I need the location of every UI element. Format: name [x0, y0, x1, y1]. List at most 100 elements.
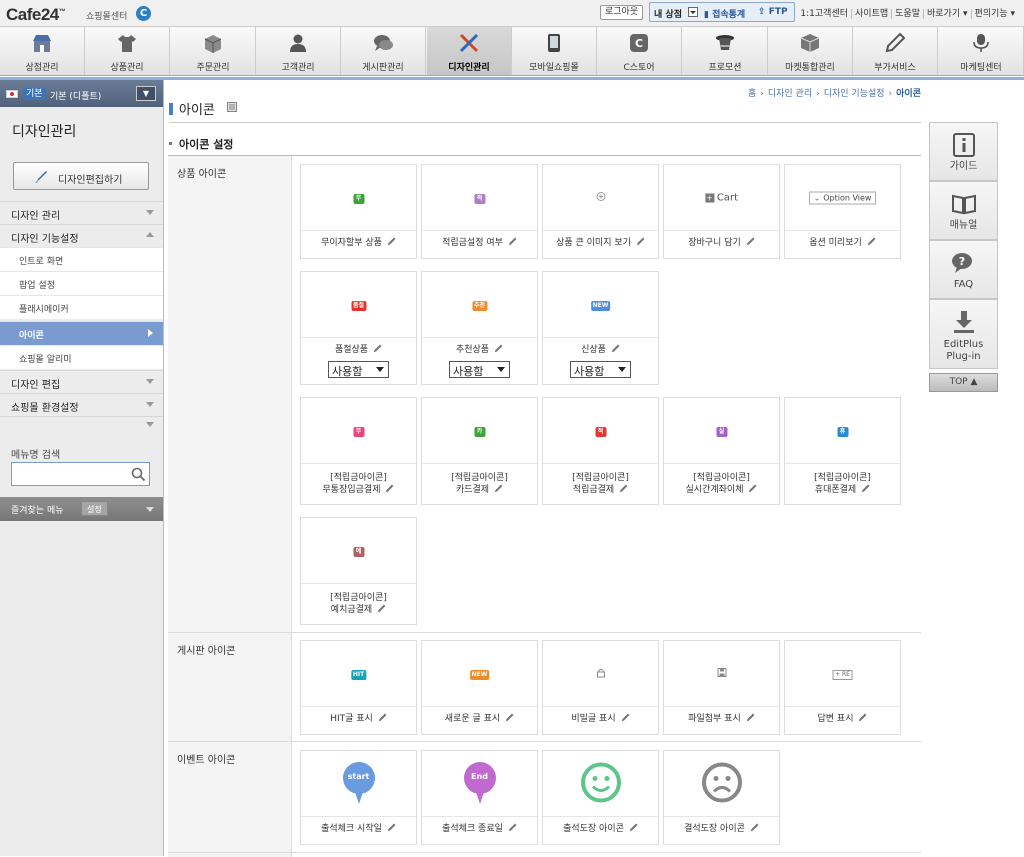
nav-tab-10[interactable]: 부가서비스: [853, 27, 938, 75]
ftp-link[interactable]: ⇪ FTP: [758, 7, 788, 17]
edit-button[interactable]: [503, 823, 517, 834]
sidebar-item-flashmaker[interactable]: 플래시메이커: [0, 295, 163, 319]
guide-button[interactable]: 가이드: [929, 122, 998, 181]
icon-preview: 예: [353, 545, 364, 557]
edit-button[interactable]: [373, 713, 387, 724]
breadcrumb: 홈 › 디자인 관리 › 디자인 기능설정 › 아이콘: [748, 86, 921, 99]
edit-button[interactable]: [372, 604, 386, 615]
link-help[interactable]: 도움말: [891, 9, 923, 19]
icon-preview: + RE: [832, 668, 853, 680]
stats-link[interactable]: ▮ 접속통계: [704, 7, 745, 20]
edit-button[interactable]: [503, 237, 517, 248]
page-title-text: 아이콘: [179, 103, 215, 118]
sidebar-item-notifier[interactable]: 쇼핑몰 알리미: [0, 345, 163, 369]
nav-tab-7[interactable]: C C스토어: [597, 27, 682, 75]
icon-label-line2: 적립금결제: [572, 485, 615, 495]
person-icon: [290, 34, 306, 52]
logout-button[interactable]: 로그아웃: [600, 5, 644, 20]
edit-button[interactable]: [380, 484, 394, 495]
link-convenience[interactable]: 편의기능 ▾: [970, 9, 1018, 19]
editplus-button[interactable]: EditPlus Plug-in: [929, 299, 998, 369]
edit-button[interactable]: [606, 344, 620, 355]
sidebar-item-icon[interactable]: 아이콘: [0, 321, 163, 345]
edit-button[interactable]: [614, 484, 628, 495]
nav-tab-8[interactable]: 프로모션: [683, 27, 768, 75]
sidebar-menu-env[interactable]: 쇼핑몰 환경설정: [0, 393, 163, 416]
icon-preview: 카: [474, 425, 485, 437]
link-sitemap[interactable]: 사이트맵: [851, 9, 892, 19]
edit-button[interactable]: [368, 344, 382, 355]
edit-button[interactable]: [853, 713, 867, 724]
store-selector[interactable]: 기본 기본 (디폴트) ▼: [0, 80, 163, 107]
nav-tab-5[interactable]: 디자인관리: [427, 27, 512, 75]
sidebar-menu-design-features[interactable]: 디자인 기능설정: [0, 224, 163, 247]
sidebar-item-intro[interactable]: 인트로 화면: [0, 247, 163, 271]
nav-tab-3[interactable]: 고객관리: [256, 27, 341, 75]
mobile-icon: [548, 34, 560, 52]
search-icon[interactable]: [131, 467, 146, 482]
edit-button[interactable]: [741, 237, 755, 248]
link-shortcut[interactable]: 바로가기 ▾: [923, 9, 971, 19]
microphone-icon: [973, 34, 989, 52]
edit-button[interactable]: [489, 344, 503, 355]
nav-tab-1[interactable]: 상품관리: [85, 27, 170, 75]
icon-card: 상품 큰 이미지 보기: [542, 164, 659, 259]
usage-select[interactable]: 사용함: [570, 361, 631, 378]
sidebar-menu-design-manage[interactable]: 디자인 관리: [0, 201, 163, 224]
faq-button[interactable]: ? FAQ: [929, 240, 998, 299]
design-edit-button[interactable]: 디자인편집하기: [13, 162, 149, 190]
edit-button[interactable]: [862, 237, 876, 248]
icon-preview: [596, 191, 606, 204]
breadcrumb-item[interactable]: 디자인 관리: [768, 89, 812, 99]
chevron-down-icon: [146, 402, 154, 407]
nav-tab-4[interactable]: 게시판관리: [341, 27, 426, 75]
chevron-up-icon: [146, 232, 154, 237]
icon-preview-area: ⌄ Option View: [785, 165, 900, 231]
edit-button[interactable]: [856, 484, 870, 495]
usage-select[interactable]: 사용함: [449, 361, 510, 378]
link-customer-center[interactable]: 1:1고객센터: [797, 9, 851, 19]
my-store-dropdown-icon[interactable]: [688, 7, 698, 17]
favorites-settings-button[interactable]: 설정: [81, 501, 108, 516]
sidebar-menu-design-edit[interactable]: 디자인 편집: [0, 370, 163, 393]
edit-button[interactable]: [616, 713, 630, 724]
edit-button[interactable]: [745, 823, 759, 834]
nav-tab-6[interactable]: 모바일쇼핑몰: [512, 27, 597, 75]
edit-button[interactable]: [500, 713, 514, 724]
manual-icon[interactable]: [227, 102, 237, 112]
edit-button[interactable]: [743, 484, 757, 495]
icon-card: HIT HIT글 표시: [300, 640, 417, 735]
favorites-label: 즐겨찾는 메뉴: [11, 506, 64, 516]
icon-label-text: 파일첨부 표시: [688, 714, 741, 724]
icon-card: 실 [적립금아이콘] 실시간계좌이체: [663, 397, 780, 505]
menu-search-input[interactable]: [14, 465, 126, 483]
nav-tab-0[interactable]: 상점관리: [0, 27, 85, 75]
edit-button[interactable]: [382, 237, 396, 248]
usage-select[interactable]: 사용함: [328, 361, 389, 378]
nav-tab-11[interactable]: 마케팅센터: [939, 27, 1024, 75]
icon-label: 상품 큰 이미지 보기: [543, 237, 658, 249]
breadcrumb-item[interactable]: 디자인 기능설정: [824, 89, 885, 99]
nav-tab-9[interactable]: 마켓통합관리: [768, 27, 853, 75]
breadcrumb-home[interactable]: 홈: [748, 89, 756, 99]
icon-chip: 적: [474, 193, 485, 204]
favorites-bar[interactable]: 즐겨찾는 메뉴 설정: [0, 497, 163, 521]
nav-tab-2[interactable]: 주문관리: [171, 27, 256, 75]
icon-chip: 예: [353, 546, 364, 557]
row-label-board: 게시판 아이콘: [168, 633, 292, 741]
icon-preview-area: 적: [543, 398, 658, 464]
sidebar-collapse[interactable]: [0, 416, 163, 432]
cart-text: Cart: [716, 192, 739, 203]
sidebar-item-popup[interactable]: 팝업 설정: [0, 271, 163, 295]
edit-button[interactable]: [631, 237, 645, 248]
cafe24-logo[interactable]: Cafe24™: [6, 5, 66, 25]
breadcrumb-separator: ›: [816, 89, 820, 99]
edit-button[interactable]: [489, 484, 503, 495]
edit-button[interactable]: [624, 823, 638, 834]
edit-button[interactable]: [741, 713, 755, 724]
scroll-top-button[interactable]: TOP ▲: [929, 373, 998, 392]
edit-pencil-icon: [508, 237, 517, 246]
store-dropdown-button[interactable]: ▼: [136, 86, 156, 101]
manual-button[interactable]: 매뉴얼: [929, 181, 998, 240]
edit-button[interactable]: [382, 823, 396, 834]
